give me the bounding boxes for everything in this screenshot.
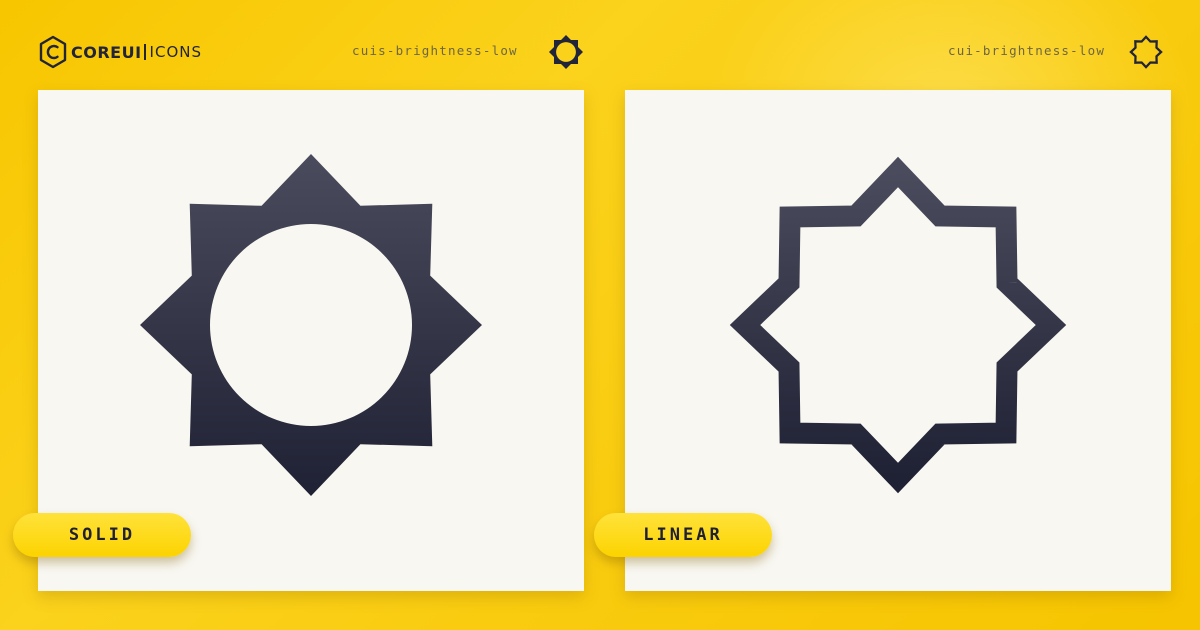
- coreui-icons-logo[interactable]: COREUI ICONS: [38, 35, 202, 69]
- brightness-low-linear-icon: [729, 156, 1067, 494]
- logo-text-coreui: COREUI: [71, 42, 142, 62]
- linear-icon-name: cui-brightness-low: [948, 43, 1106, 58]
- solid-icon-name: cuis-brightness-low: [352, 43, 518, 58]
- brightness-low-solid-small-icon: [549, 35, 583, 69]
- logo-text-icons: ICONS: [149, 43, 202, 61]
- brightness-low-solid-icon: [140, 154, 482, 496]
- linear-style-badge: LINEAR: [594, 513, 772, 557]
- solid-style-badge: SOLID: [13, 513, 191, 557]
- coreui-hexagon-icon: [39, 35, 67, 69]
- social-card: { "logo": { "bold": "COREUI", "light": "…: [0, 0, 1200, 630]
- brightness-low-linear-small-icon: [1129, 35, 1163, 69]
- logo-separator: [143, 44, 146, 60]
